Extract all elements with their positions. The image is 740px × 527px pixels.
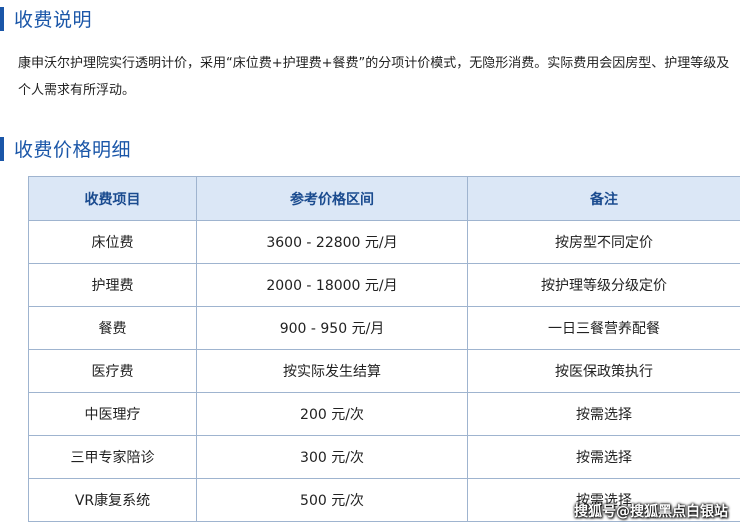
section-title: 收费说明 bbox=[14, 9, 93, 31]
cell-remark: 一日三餐营养配餐 bbox=[467, 306, 740, 350]
cell-remark: 按护理等级分级定价 bbox=[467, 263, 740, 307]
column-header-item: 收费项目 bbox=[28, 176, 197, 221]
cell-price: 按实际发生结算 bbox=[196, 349, 468, 393]
cell-price: 900 - 950 元/月 bbox=[196, 306, 468, 350]
cell-remark: 按需选择 bbox=[467, 435, 740, 479]
table-row: 餐费 900 - 950 元/月 一日三餐营养配餐 bbox=[28, 306, 740, 350]
cell-item: 护理费 bbox=[28, 263, 197, 307]
cell-remark: 按医保政策执行 bbox=[467, 349, 740, 393]
cell-item: 床位费 bbox=[28, 220, 197, 264]
price-table: 收费项目 参考价格区间 备注 床位费 3600 - 22800 元/月 按房型不… bbox=[28, 176, 740, 522]
cell-price: 300 元/次 bbox=[196, 435, 468, 479]
cell-item: 中医理疗 bbox=[28, 392, 197, 436]
table-row: 护理费 2000 - 18000 元/月 按护理等级分级定价 bbox=[28, 263, 740, 307]
cell-item: 餐费 bbox=[28, 306, 197, 350]
cell-price: 3600 - 22800 元/月 bbox=[196, 220, 468, 264]
table-row: 中医理疗 200 元/次 按需选择 bbox=[28, 392, 740, 436]
section-accent-bar bbox=[0, 6, 4, 31]
section-title: 收费价格明细 bbox=[14, 139, 132, 161]
cell-item: 医疗费 bbox=[28, 349, 197, 393]
cell-item: 三甲专家陪诊 bbox=[28, 435, 197, 479]
section-header-fee-description: 收费说明 bbox=[0, 5, 92, 32]
watermark: 搜狐号@搜狐黑点白银站 bbox=[574, 504, 728, 520]
table-row: 三甲专家陪诊 300 元/次 按需选择 bbox=[28, 435, 740, 479]
cell-price: 500 元/次 bbox=[196, 478, 468, 522]
intro-paragraph: 康申沃尔护理院实行透明计价，采用“床位费+护理费+餐费”的分项计价模式，无隐形消… bbox=[18, 56, 730, 98]
section-accent-bar bbox=[0, 136, 4, 161]
cell-remark: 按需选择 bbox=[467, 392, 740, 436]
cell-item: VR康复系统 bbox=[28, 478, 197, 522]
table-header-row: 收费项目 参考价格区间 备注 bbox=[28, 176, 740, 221]
cell-remark: 按房型不同定价 bbox=[467, 220, 740, 264]
table-row: 医疗费 按实际发生结算 按医保政策执行 bbox=[28, 349, 740, 393]
section-header-price-detail: 收费价格明细 bbox=[0, 135, 131, 162]
column-header-remark: 备注 bbox=[467, 176, 740, 221]
cell-price: 2000 - 18000 元/月 bbox=[196, 263, 468, 307]
cell-price: 200 元/次 bbox=[196, 392, 468, 436]
table-row: 床位费 3600 - 22800 元/月 按房型不同定价 bbox=[28, 220, 740, 264]
column-header-price-range: 参考价格区间 bbox=[196, 176, 468, 221]
